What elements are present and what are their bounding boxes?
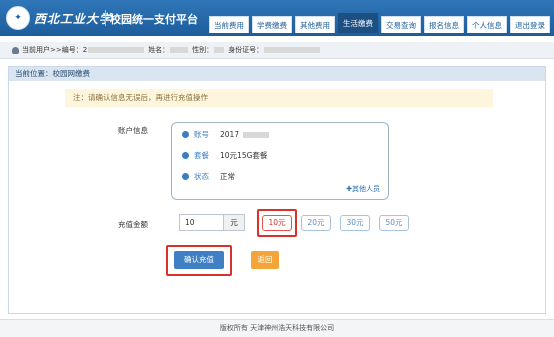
current-user-label: 当前用户>>编号：2 [22,46,88,54]
nav-tab-living-payment[interactable]: 生活缴费 [338,13,378,33]
nav-tab-current-fees[interactable]: 当前费用 [209,16,249,33]
name-label: 姓名： [148,46,170,54]
platform-title: 校园统一支付平台 [110,13,198,26]
main-nav: 当前费用 学费缴费 其他费用 生活缴费 交易查询 报名信息 个人信息 退出登录 [209,13,550,36]
user-icon [12,46,19,54]
amount-unit: 元 [223,214,245,231]
account-info-label: 账户信息 [118,126,148,135]
globe-icon [182,152,189,159]
id-label: 身份证号： [228,46,264,54]
back-button[interactable]: 返回 [251,251,279,269]
account-row: 账号 2017 [182,129,270,140]
package-value: 10元15G套餐 [220,151,268,160]
account-key: 账号 [194,130,209,139]
nav-tab-registration[interactable]: 报名信息 [424,16,464,33]
school-name: 西北工业大学 [34,12,113,26]
nav-tab-transactions[interactable]: 交易查询 [381,16,421,33]
redacted-value [243,131,270,138]
breadcrumb: 当前位置：校园网缴费 [9,67,545,81]
school-logo-icon: ✦ [6,6,30,30]
recharge-amount-label: 充值金额 [118,220,148,229]
nav-tab-other-fees[interactable]: 其他费用 [295,16,335,33]
nav-tab-logout[interactable]: 退出登录 [510,16,550,33]
status-value: 正常 [220,172,235,181]
package-row: 套餐 10元15G套餐 [182,150,267,161]
header: ✦ 西北工业大学 校园统一支付平台 当前费用 学费缴费 其他费用 生活缴费 交易… [0,0,554,36]
amount-option-20[interactable]: 20元 [301,215,331,231]
footer-copyright: 版权所有 天津神州浩天科技有限公司 [0,319,554,337]
gender-label: 性别： [192,46,214,54]
redacted-value [170,47,189,53]
account-value: 2017 [220,130,240,139]
info-icon [182,173,189,180]
redacted-value [88,47,145,53]
amount-option-10[interactable]: 10元 [262,215,292,231]
redacted-value [214,47,225,53]
other-persons-link[interactable]: ✚其他人员 [346,184,380,194]
main-panel: 当前位置：校园网缴费 注：请确认信息无误后，再进行充值操作 账户信息 账号 20… [8,66,546,314]
status-row: 状态 正常 [182,171,235,182]
nav-tab-personal-info[interactable]: 个人信息 [467,16,507,33]
account-info-box: 账号 2017 套餐 10元15G套餐 状态 正常 ✚其他人员 [171,122,389,200]
header-divider [105,10,106,26]
user-info-bar: 当前用户>>编号：2 姓名： 性别： 身份证号： [0,42,554,59]
confirm-recharge-button[interactable]: 确认充值 [174,251,224,269]
amount-option-50[interactable]: 50元 [379,215,409,231]
redacted-value [264,47,321,53]
notice-banner: 注：请确认信息无误后，再进行充值操作 [65,89,493,107]
nav-tab-tuition[interactable]: 学费缴费 [252,16,292,33]
user-icon [182,131,189,138]
amount-option-30[interactable]: 30元 [340,215,370,231]
status-key: 状态 [194,172,209,181]
amount-input[interactable]: 10 [179,214,223,231]
package-key: 套餐 [194,151,209,160]
